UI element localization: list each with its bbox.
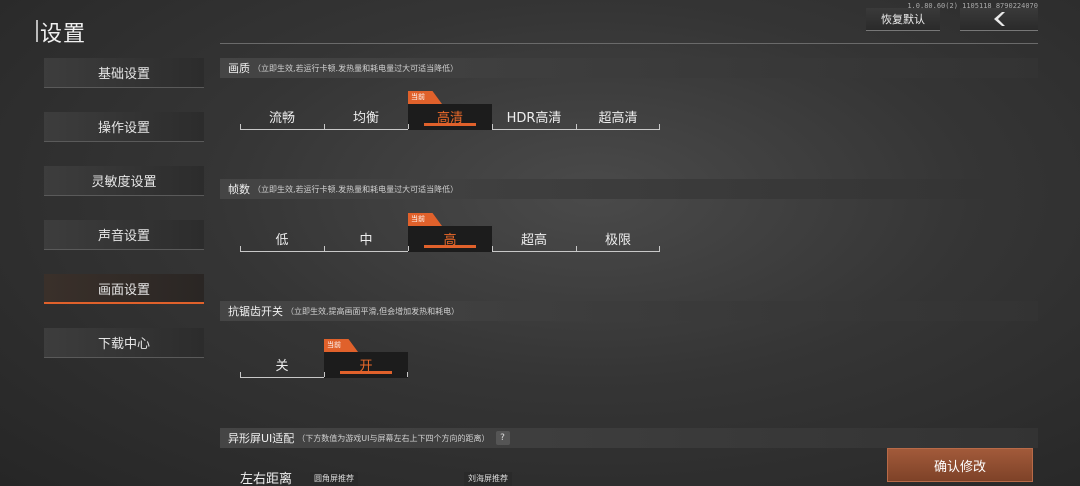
quality-option-selected[interactable]: 当前 高清 <box>408 91 492 130</box>
page-title: 设置 <box>36 16 87 48</box>
antialias-option-on-selected[interactable]: 当前 开 <box>324 339 408 378</box>
selected-underline <box>424 245 476 248</box>
current-tag: 当前 <box>408 91 442 104</box>
framerate-options: 低 中 当前 高 超高 极限 <box>240 213 660 252</box>
section-title: 画质 <box>228 62 250 75</box>
current-tag: 当前 <box>408 213 442 226</box>
chevron-left-icon <box>994 12 1005 26</box>
section-hint: （立即生效,提高画面平滑,但会增加发热和耗电） <box>286 306 460 316</box>
framerate-option[interactable]: 极限 <box>576 226 660 252</box>
sidebar-item-sound[interactable]: 声音设置 <box>44 220 204 250</box>
quality-option[interactable]: 均衡 <box>324 104 408 130</box>
quality-options: 流畅 均衡 当前 高清 HDR高清 超高清 <box>240 91 660 130</box>
section-title: 帧数 <box>228 183 250 196</box>
framerate-option[interactable]: 中 <box>324 226 408 252</box>
antialias-options: 关 当前 开 <box>240 339 408 378</box>
section-framerate-header: 帧数 （立即生效,若运行卡顿.发热量和耗电量过大可适当降低） <box>220 179 1038 199</box>
reset-default-button[interactable]: 恢复默认 <box>866 8 940 31</box>
selected-underline <box>424 123 476 126</box>
notch-screen-recommend-tag: 刘海屏推荐 <box>464 472 512 486</box>
back-button[interactable] <box>960 8 1038 31</box>
quality-option[interactable]: 流畅 <box>240 104 324 130</box>
sidebar-item-controls[interactable]: 操作设置 <box>44 112 204 142</box>
left-right-distance-label: 左右距离 <box>240 472 293 486</box>
current-tag: 当前 <box>324 339 358 352</box>
framerate-option-selected[interactable]: 当前 高 <box>408 213 492 252</box>
quality-option[interactable]: 超高清 <box>576 104 660 130</box>
section-title: 异形屏UI适配 <box>228 432 295 445</box>
confirm-button[interactable]: 确认修改 <box>887 448 1033 482</box>
selected-underline <box>340 371 392 374</box>
section-notch-header: 异形屏UI适配 （下方数值为游戏UI与屏幕左右上下四个方向的距离） ? <box>220 428 1038 448</box>
sidebar-item-download[interactable]: 下载中心 <box>44 328 204 358</box>
sidebar-item-basic[interactable]: 基础设置 <box>44 58 204 88</box>
section-antialias-header: 抗锯齿开关 （立即生效,提高画面平滑,但会增加发热和耗电） <box>220 301 1038 321</box>
page-title-text: 设置 <box>40 22 87 47</box>
antialias-option-off[interactable]: 关 <box>240 352 324 378</box>
title-bar-decoration <box>36 20 38 42</box>
section-hint: （立即生效,若运行卡顿.发热量和耗电量过大可适当降低） <box>253 63 459 73</box>
framerate-option[interactable]: 超高 <box>492 226 576 252</box>
sidebar-item-graphics[interactable]: 画面设置 <box>44 274 204 304</box>
section-hint: （立即生效,若运行卡顿.发热量和耗电量过大可适当降低） <box>253 184 459 194</box>
framerate-option[interactable]: 低 <box>240 226 324 252</box>
section-quality-header: 画质 （立即生效,若运行卡顿.发热量和耗电量过大可适当降低） <box>220 58 1038 78</box>
sidebar-item-sensitivity[interactable]: 灵敏度设置 <box>44 166 204 196</box>
header-divider <box>220 43 1038 44</box>
section-title: 抗锯齿开关 <box>228 305 283 318</box>
section-hint: （下方数值为游戏UI与屏幕左右上下四个方向的距离） <box>297 433 490 443</box>
quality-option[interactable]: HDR高清 <box>492 104 576 130</box>
help-icon[interactable]: ? <box>495 431 510 445</box>
round-screen-recommend-tag: 圆角屏推荐 <box>310 472 358 486</box>
